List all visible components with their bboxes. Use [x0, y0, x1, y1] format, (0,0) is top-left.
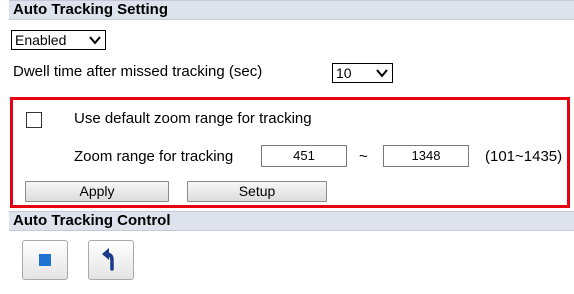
- chevron-down-icon: [89, 36, 101, 45]
- default-zoom-label: Use default zoom range for tracking: [74, 110, 312, 127]
- default-zoom-checkbox[interactable]: [26, 112, 42, 128]
- return-button[interactable]: [88, 240, 134, 280]
- return-arrow-icon: [102, 248, 114, 271]
- chevron-down-icon: [376, 69, 388, 78]
- enabled-select[interactable]: Enabled: [11, 30, 106, 50]
- enabled-select-value: Enabled: [15, 32, 67, 48]
- zoom-min-input[interactable]: 451: [261, 145, 347, 167]
- stop-tracking-button[interactable]: [22, 240, 68, 280]
- zoom-max-input[interactable]: 1348: [383, 145, 469, 167]
- dwell-time-select[interactable]: 10: [332, 63, 393, 83]
- setup-button[interactable]: Setup: [187, 181, 327, 202]
- zoom-range-separator: ~: [359, 148, 368, 165]
- auto-tracking-setting-header: Auto Tracking Setting: [9, 0, 574, 20]
- zoom-range-label: Zoom range for tracking: [74, 148, 234, 165]
- section-title: Auto Tracking Control: [13, 212, 171, 229]
- stop-square-icon: [39, 254, 51, 266]
- dwell-time-label: Dwell time after missed tracking (sec): [13, 63, 263, 80]
- auto-tracking-control-header: Auto Tracking Control: [9, 211, 574, 231]
- section-title: Auto Tracking Setting: [13, 1, 169, 18]
- zoom-range-hint: (101~1435): [485, 148, 563, 165]
- dwell-time-value: 10: [336, 65, 352, 81]
- apply-button[interactable]: Apply: [25, 181, 169, 202]
